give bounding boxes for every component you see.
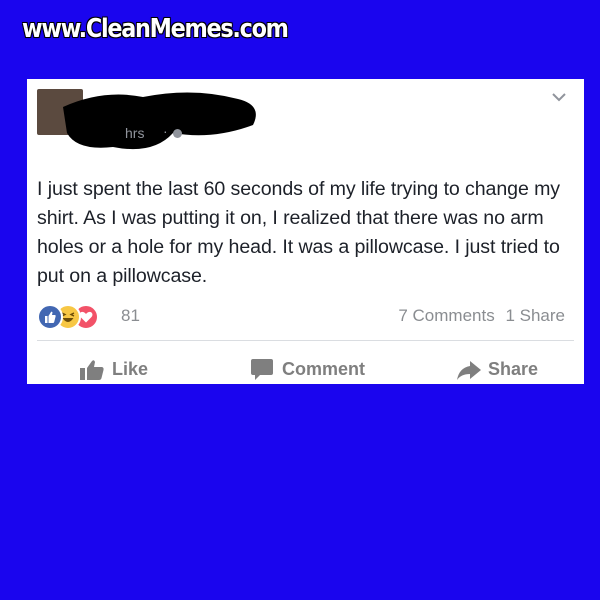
reactions-bar[interactable]: 81 7 Comments 1 Share: [37, 304, 577, 330]
redaction-scribble: [63, 92, 256, 150]
chevron-down-icon[interactable]: [551, 91, 567, 103]
post-timestamp[interactable]: hrs: [125, 125, 144, 141]
share-label: Share: [488, 359, 539, 379]
comment-icon: [251, 359, 273, 380]
like-label: Like: [112, 359, 149, 379]
comment-label: Comment: [282, 359, 366, 379]
comments-count-link[interactable]: 7 Comments: [398, 306, 494, 325]
reaction-count[interactable]: 81: [121, 306, 140, 326]
thumbs-up-icon: [80, 360, 104, 380]
globe-icon: [173, 129, 182, 138]
divider: [37, 340, 574, 341]
post-text: I just spent the last 60 seconds of my l…: [37, 178, 560, 287]
shares-count-link[interactable]: 1 Share: [505, 306, 565, 325]
share-arrow-icon: [457, 361, 481, 380]
like-reaction-icon: [37, 304, 63, 330]
separator-dot: ·: [163, 123, 168, 139]
post-stats: 7 Comments 1 Share: [398, 306, 565, 326]
facebook-post-card: hrs · I just spent the last 60 seconds o…: [27, 79, 584, 384]
site-watermark: www.CleanMemes.com: [22, 14, 289, 44]
